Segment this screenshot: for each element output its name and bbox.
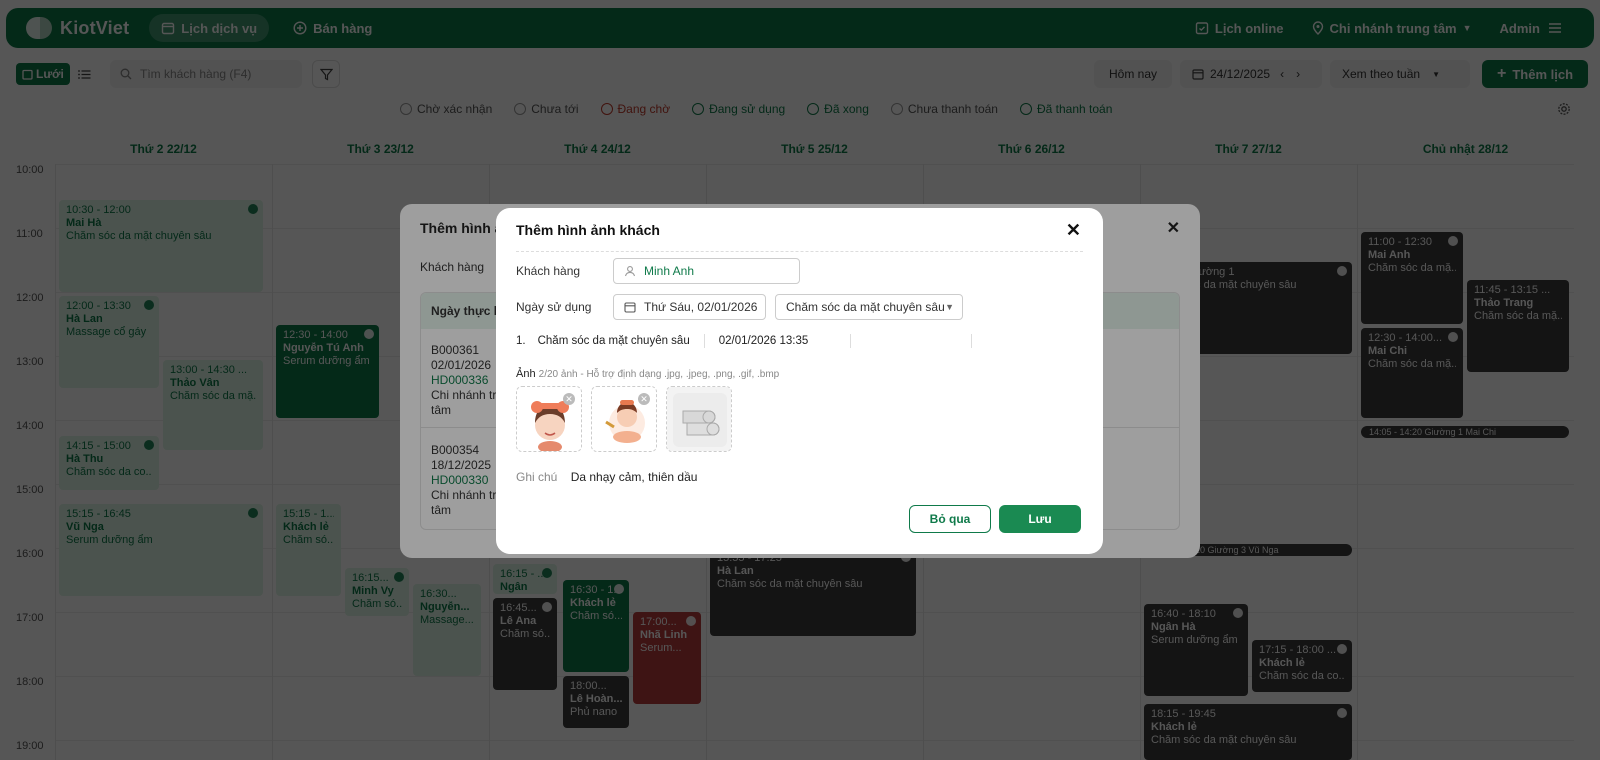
cancel-button[interactable]: Bỏ qua bbox=[909, 505, 991, 533]
photo-thumbnail[interactable]: ✕ bbox=[591, 386, 657, 452]
remove-photo-icon[interactable]: ✕ bbox=[563, 393, 575, 405]
service-line: 1. Chăm sóc da mặt chuyên sâu 02/01/2026… bbox=[516, 334, 986, 348]
photo-thumbnail[interactable]: ✕ bbox=[516, 386, 582, 452]
photo-section-label: Ảnh 2/20 ảnh - Hỗ trợ định dạng .jpg, .j… bbox=[516, 368, 779, 380]
photo-upload-slot[interactable] bbox=[666, 386, 732, 452]
divider bbox=[971, 334, 973, 348]
divider bbox=[850, 334, 852, 348]
customer-field[interactable]: Minh Anh bbox=[613, 258, 800, 284]
photo-label: Ảnh bbox=[516, 368, 536, 380]
note-label: Ghi chú bbox=[516, 470, 558, 484]
caret-down-icon: ▼ bbox=[945, 302, 954, 312]
modal-title: Thêm hình ảnh khách bbox=[516, 222, 660, 238]
add-customer-photo-modal: Thêm hình ảnh khách ✕ Khách hàng Minh An… bbox=[496, 208, 1103, 554]
service-select-value: Chăm sóc da mặt chuyên sâu bbox=[786, 300, 945, 314]
service-datetime: 02/01/2026 13:35 bbox=[718, 335, 809, 347]
note-row: Ghi chú Da nhạy cảm, thiên dầu bbox=[516, 470, 697, 484]
usage-date-label: Ngày sử dụng bbox=[516, 300, 592, 314]
calendar-icon bbox=[624, 302, 636, 313]
page: KiotViet Lịch dịch vụ Bán hàng Lịch onli… bbox=[0, 0, 1600, 760]
note-value[interactable]: Da nhạy cảm, thiên dầu bbox=[571, 470, 698, 484]
divider bbox=[703, 334, 705, 348]
user-icon bbox=[624, 266, 636, 277]
close-icon[interactable]: ✕ bbox=[1066, 220, 1081, 241]
save-button[interactable]: Lưu bbox=[999, 505, 1081, 533]
photo-hint: 2/20 ảnh - Hỗ trợ định dạng .jpg, .jpeg,… bbox=[538, 369, 780, 380]
divider bbox=[516, 251, 1083, 252]
remove-photo-icon[interactable]: ✕ bbox=[638, 393, 650, 405]
service-name: Chăm sóc da mặt chuyên sâu bbox=[537, 335, 690, 347]
service-index: 1. bbox=[516, 335, 526, 347]
towels-placeholder-icon bbox=[667, 387, 731, 451]
service-select[interactable]: Chăm sóc da mặt chuyên sâu ▼ bbox=[775, 294, 963, 320]
customer-value: Minh Anh bbox=[644, 264, 695, 278]
customer-label: Khách hàng bbox=[516, 264, 581, 278]
usage-date-value: Thứ Sáu, 02/01/2026 bbox=[644, 300, 758, 314]
usage-date-field[interactable]: Thứ Sáu, 02/01/2026 bbox=[613, 294, 766, 320]
